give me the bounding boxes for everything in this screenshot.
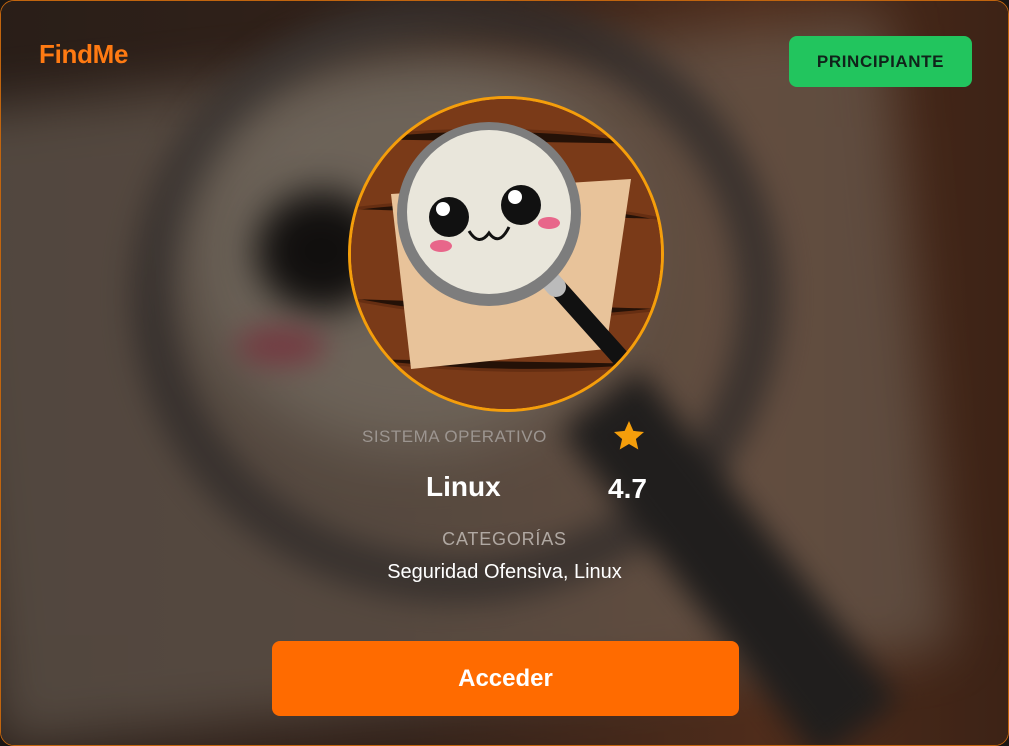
difficulty-badge-button[interactable]: PRINCIPIANTE — [789, 36, 972, 87]
machine-avatar — [348, 96, 664, 412]
access-button[interactable]: Acceder — [272, 641, 739, 716]
categories-label: CATEGORÍAS — [442, 529, 567, 549]
categories-value: Seguridad Ofensiva, Linux — [387, 561, 622, 583]
magnifying-glass-icon — [351, 99, 661, 409]
os-label: SISTEMA OPERATIVO — [362, 427, 547, 446]
machine-card: FindMe PRINCIPIANTE SISTEMA OPERATIVO Li… — [0, 0, 1009, 746]
rating-value: 4.7 — [608, 473, 647, 504]
os-value: Linux — [426, 471, 501, 502]
brand-logo: FindMe — [39, 39, 129, 69]
star-icon — [611, 418, 647, 459]
